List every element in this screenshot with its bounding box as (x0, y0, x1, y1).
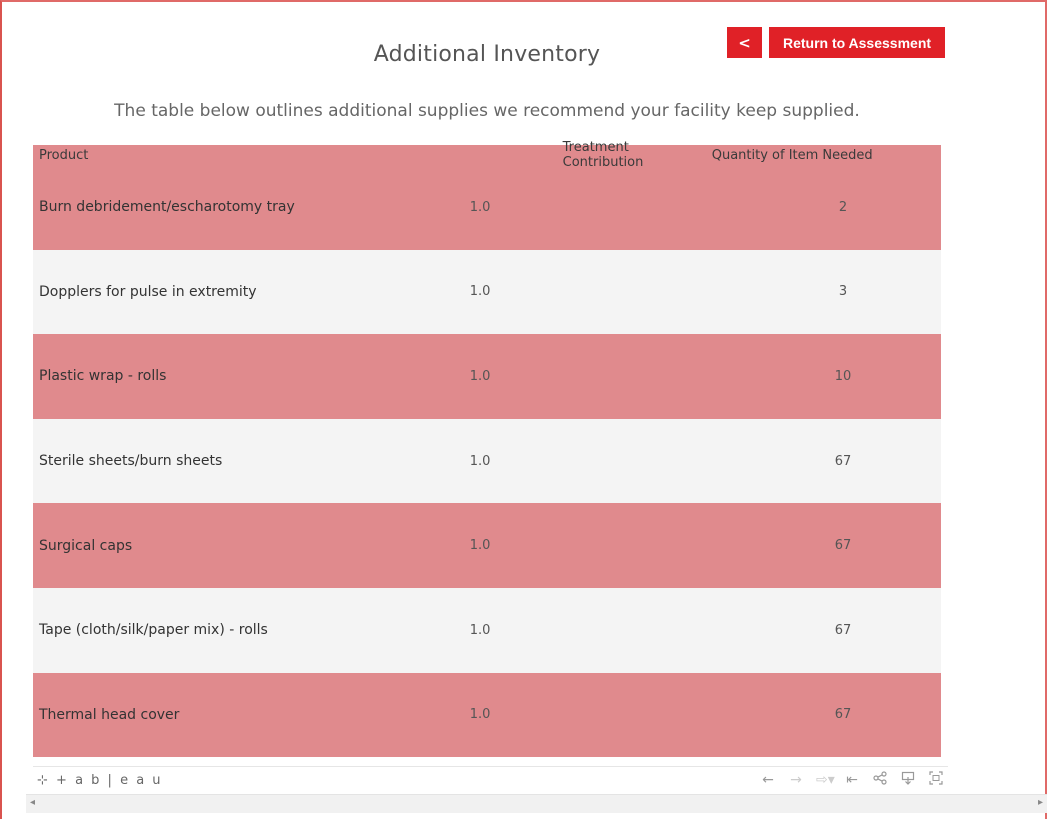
fullscreen-icon[interactable] (928, 771, 944, 789)
horizontal-scrollbar[interactable]: ◂ ▸ (26, 794, 1047, 813)
tableau-cross-icon: ⊹ (37, 772, 50, 788)
column-header-treatment-contribution[interactable]: Treatment Contribution (323, 140, 644, 170)
table-row[interactable]: Dopplers for pulse in extremity 1.0 3 (33, 249, 941, 335)
tableau-logo[interactable]: ⊹ + a b | e a u (37, 773, 163, 788)
contribution-cell: 1.0 (469, 284, 491, 300)
return-to-assessment-button[interactable]: Return to Assessment (769, 27, 945, 58)
download-icon[interactable] (900, 771, 916, 789)
inventory-table: Product Treatment Contribution Quantity … (33, 140, 941, 758)
revert-icon[interactable]: ⇨▾ (816, 772, 835, 788)
redo-icon[interactable]: → (788, 772, 804, 788)
table-row[interactable]: Tape (cloth/silk/paper mix) - rolls 1.0 … (33, 587, 941, 673)
product-cell: Plastic wrap - rolls (39, 368, 167, 385)
tableau-wordmark: + a b | e a u (56, 772, 163, 788)
contribution-cell: 1.0 (469, 707, 491, 723)
product-cell: Sterile sheets/burn sheets (39, 453, 223, 470)
quantity-cell: 67 (834, 538, 852, 554)
scroll-left-arrow-icon[interactable]: ◂ (30, 797, 35, 808)
column-header-product[interactable]: Product (33, 148, 323, 163)
table-row[interactable]: Sterile sheets/burn sheets 1.0 67 (33, 418, 941, 504)
table-row[interactable]: Thermal head cover 1.0 67 (33, 672, 941, 758)
table-row[interactable]: Surgical caps 1.0 67 (33, 503, 941, 588)
quantity-cell: 67 (834, 707, 852, 723)
table-header: Product Treatment Contribution Quantity … (33, 140, 941, 170)
undo-icon[interactable]: ← (760, 772, 776, 788)
column-header-quantity[interactable]: Quantity of Item Needed (643, 148, 941, 163)
product-cell: Tape (cloth/silk/paper mix) - rolls (39, 622, 268, 639)
quantity-cell: 10 (834, 368, 852, 384)
product-cell: Dopplers for pulse in extremity (39, 283, 257, 300)
contribution-cell: 1.0 (469, 622, 491, 638)
contribution-cell: 1.0 (469, 368, 491, 384)
tableau-toolbar: ⊹ + a b | e a u ← → ⇨▾ ⇤ (33, 766, 948, 793)
contribution-cell: 1.0 (469, 453, 491, 469)
product-cell: Surgical caps (39, 537, 133, 554)
table-row[interactable]: Plastic wrap - rolls 1.0 10 (33, 334, 941, 419)
product-cell: Burn debridement/escharotomy tray (39, 199, 295, 216)
quantity-cell: 2 (838, 199, 848, 215)
contribution-cell: 1.0 (469, 538, 491, 554)
contribution-cell: 1.0 (469, 199, 491, 215)
product-cell: Thermal head cover (39, 706, 180, 723)
scroll-right-arrow-icon[interactable]: ▸ (1038, 797, 1043, 808)
quantity-cell: 67 (834, 622, 852, 638)
share-glyph (873, 771, 887, 785)
quantity-cell: 67 (834, 453, 852, 469)
revert-all-icon[interactable]: ⇤ (844, 772, 860, 788)
page-subtitle: The table below outlines additional supp… (114, 101, 860, 121)
back-button[interactable]: < (727, 27, 762, 58)
download-glyph (901, 771, 915, 785)
quantity-cell: 3 (838, 284, 848, 300)
table-row[interactable]: Burn debridement/escharotomy tray 1.0 2 (33, 165, 941, 250)
share-icon[interactable] (872, 771, 888, 789)
toolbar-actions: ← → ⇨▾ ⇤ (760, 771, 944, 789)
fullscreen-glyph (929, 771, 943, 785)
